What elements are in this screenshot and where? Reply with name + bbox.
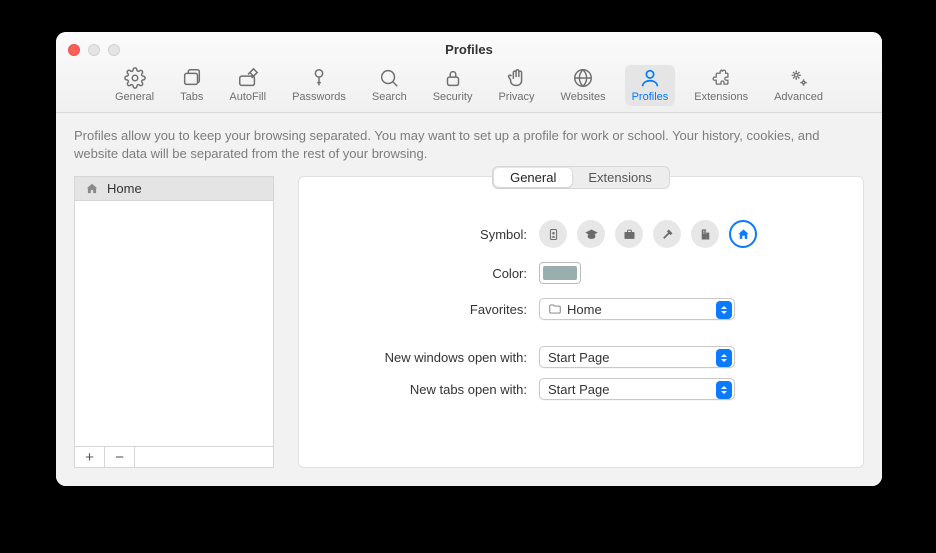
toolbar-label: Websites bbox=[561, 91, 606, 103]
add-profile-button[interactable]: + bbox=[75, 447, 105, 467]
toolbar-advanced[interactable]: Advanced bbox=[767, 65, 830, 106]
toolbar-label: Search bbox=[372, 91, 407, 103]
toolbar-extensions[interactable]: Extensions bbox=[687, 65, 755, 106]
globe-icon bbox=[572, 67, 594, 89]
toolbar-security[interactable]: Security bbox=[426, 65, 480, 106]
gears-icon bbox=[788, 67, 810, 89]
search-icon bbox=[378, 67, 400, 89]
symbol-graduation[interactable] bbox=[577, 220, 605, 248]
toolbar-label: Privacy bbox=[498, 91, 534, 103]
minimize-window-button[interactable] bbox=[88, 44, 100, 56]
building-icon bbox=[698, 227, 713, 242]
description-text: Profiles allow you to keep your browsing… bbox=[74, 127, 864, 162]
puzzle-icon bbox=[710, 67, 732, 89]
graduation-icon bbox=[584, 227, 599, 242]
profile-settings-pane: General Extensions Symbol: bbox=[298, 176, 864, 468]
profile-name: Home bbox=[107, 181, 142, 196]
color-swatch bbox=[543, 266, 577, 280]
favorites-value: Home bbox=[567, 302, 602, 317]
symbol-house[interactable] bbox=[729, 220, 757, 248]
person-icon bbox=[639, 67, 661, 89]
color-well[interactable] bbox=[539, 262, 581, 284]
house-icon bbox=[736, 227, 751, 242]
toolbar-general[interactable]: General bbox=[108, 65, 161, 106]
id-card-icon bbox=[546, 227, 561, 242]
gear-icon bbox=[124, 67, 146, 89]
toolbar-privacy[interactable]: Privacy bbox=[491, 65, 541, 106]
lock-icon bbox=[442, 67, 464, 89]
new-windows-select[interactable]: Start Page bbox=[539, 346, 735, 368]
symbol-id-card[interactable] bbox=[539, 220, 567, 248]
symbol-picker bbox=[539, 220, 757, 248]
titlebar: Profiles General Tabs AutoFill Passwords… bbox=[56, 32, 882, 113]
profile-row-home[interactable]: Home bbox=[75, 177, 273, 201]
toolbar-label: AutoFill bbox=[229, 91, 266, 103]
key-icon bbox=[308, 67, 330, 89]
briefcase-icon bbox=[622, 227, 637, 242]
favorites-select[interactable]: Home bbox=[539, 298, 735, 320]
toolbar-label: Security bbox=[433, 91, 473, 103]
new-tabs-label: New tabs open with: bbox=[317, 382, 539, 397]
symbol-briefcase[interactable] bbox=[615, 220, 643, 248]
content-area: Profiles allow you to keep your browsing… bbox=[56, 113, 882, 486]
toolbar-profiles[interactable]: Profiles bbox=[625, 65, 676, 106]
new-tabs-value: Start Page bbox=[548, 382, 609, 397]
tabs-icon bbox=[181, 67, 203, 89]
symbol-hammer[interactable] bbox=[653, 220, 681, 248]
preferences-window: Profiles General Tabs AutoFill Passwords… bbox=[56, 32, 882, 486]
toolbar-label: Passwords bbox=[292, 91, 346, 103]
favorites-label: Favorites: bbox=[317, 302, 539, 317]
zoom-window-button[interactable] bbox=[108, 44, 120, 56]
tab-extensions[interactable]: Extensions bbox=[572, 168, 668, 187]
symbol-label: Symbol: bbox=[317, 227, 539, 242]
pencil-box-icon bbox=[237, 67, 259, 89]
house-icon bbox=[85, 182, 99, 196]
toolbar-label: Advanced bbox=[774, 91, 823, 103]
new-tabs-select[interactable]: Start Page bbox=[539, 378, 735, 400]
toolbar-search[interactable]: Search bbox=[365, 65, 414, 106]
new-windows-value: Start Page bbox=[548, 350, 609, 365]
preferences-toolbar: General Tabs AutoFill Passwords Search S… bbox=[56, 65, 882, 106]
stepper-icon bbox=[716, 349, 732, 367]
hammer-icon bbox=[660, 227, 675, 242]
toolbar-label: Extensions bbox=[694, 91, 748, 103]
toolbar-websites[interactable]: Websites bbox=[554, 65, 613, 106]
stepper-icon bbox=[716, 381, 732, 399]
remove-profile-button[interactable]: − bbox=[105, 447, 135, 467]
window-title: Profiles bbox=[56, 32, 882, 57]
toolbar-label: Tabs bbox=[180, 91, 203, 103]
pane-tabs: General Extensions bbox=[317, 166, 845, 189]
toolbar-tabs[interactable]: Tabs bbox=[173, 65, 210, 106]
window-controls bbox=[68, 44, 120, 56]
hand-icon bbox=[506, 67, 528, 89]
close-window-button[interactable] bbox=[68, 44, 80, 56]
profiles-list: Home + − bbox=[74, 176, 274, 468]
symbol-building[interactable] bbox=[691, 220, 719, 248]
folder-icon bbox=[548, 302, 562, 316]
stepper-icon bbox=[716, 301, 732, 319]
color-label: Color: bbox=[317, 266, 539, 281]
toolbar-passwords[interactable]: Passwords bbox=[285, 65, 353, 106]
toolbar-autofill[interactable]: AutoFill bbox=[222, 65, 273, 106]
profiles-list-footer: + − bbox=[75, 446, 273, 467]
new-windows-label: New windows open with: bbox=[317, 350, 539, 365]
toolbar-label: Profiles bbox=[632, 91, 669, 103]
toolbar-label: General bbox=[115, 91, 154, 103]
tab-general[interactable]: General bbox=[494, 168, 572, 187]
